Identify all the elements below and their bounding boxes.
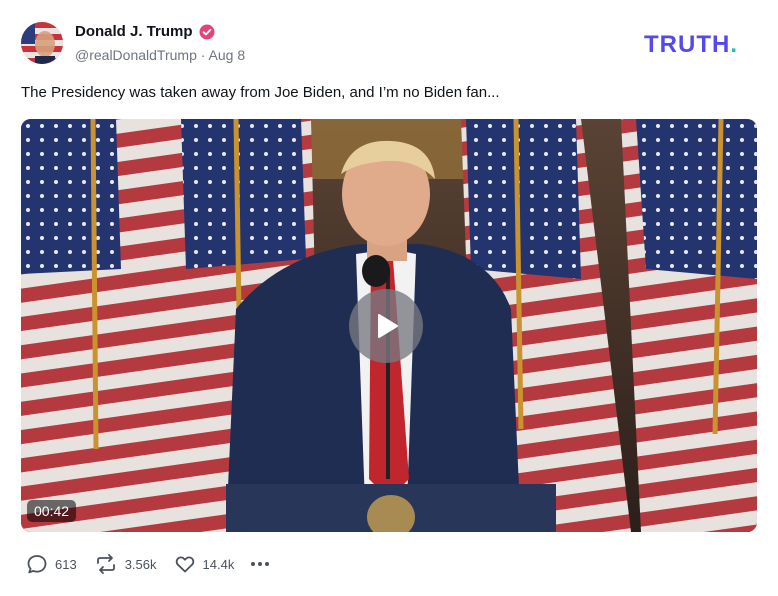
like-count: 14.4k bbox=[202, 556, 235, 572]
author-name-row: Donald J. Trump bbox=[75, 23, 215, 40]
post-date[interactable]: Aug 8 bbox=[209, 47, 246, 63]
more-options-button[interactable] bbox=[251, 553, 270, 575]
video-duration: 00:42 bbox=[27, 500, 77, 522]
retruth-count: 3.56k bbox=[124, 556, 157, 572]
retruth-icon bbox=[96, 554, 115, 574]
post-actions: 613 3.56k 14.4k bbox=[26, 553, 270, 575]
like-button[interactable]: 14.4k bbox=[174, 553, 235, 575]
meta-separator: · bbox=[196, 47, 209, 63]
author-display-name[interactable]: Donald J. Trump bbox=[75, 23, 193, 40]
play-button[interactable] bbox=[349, 289, 423, 363]
reply-count: 613 bbox=[55, 556, 77, 572]
svg-text:TRUTH.: TRUTH. bbox=[644, 31, 738, 56]
logo-dot: . bbox=[730, 31, 738, 56]
retruth-button[interactable]: 3.56k bbox=[94, 553, 157, 575]
post-text: The Presidency was taken away from Joe B… bbox=[21, 84, 500, 101]
reply-icon bbox=[27, 555, 47, 574]
verified-badge-icon bbox=[199, 24, 215, 40]
video-player[interactable]: 00:42 bbox=[21, 119, 757, 532]
logo-text: TRUTH bbox=[644, 31, 730, 56]
author-meta: @realDonaldTrump · Aug 8 bbox=[75, 47, 245, 63]
like-icon bbox=[175, 556, 194, 573]
avatar[interactable] bbox=[21, 22, 63, 64]
truth-logo[interactable]: TRUTH. bbox=[644, 30, 759, 58]
author-handle[interactable]: @realDonaldTrump bbox=[75, 47, 197, 63]
play-icon bbox=[378, 314, 398, 338]
more-icon bbox=[251, 562, 270, 566]
reply-button[interactable]: 613 bbox=[26, 553, 77, 575]
